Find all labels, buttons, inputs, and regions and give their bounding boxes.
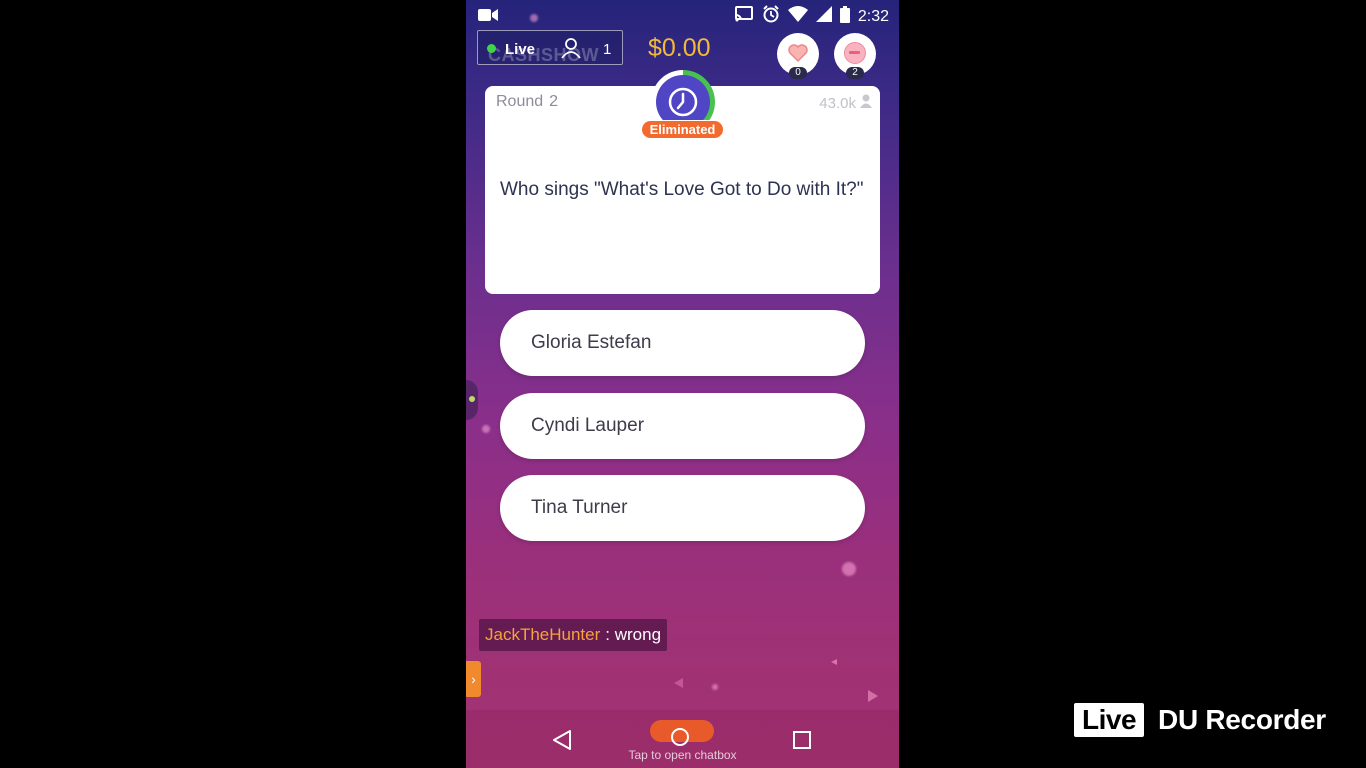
extra-life-button[interactable]: 0 [777, 33, 819, 79]
user-icon [561, 37, 581, 64]
background-sparkle [482, 425, 490, 433]
cast-icon [734, 6, 754, 27]
live-label: Live [505, 41, 536, 58]
chat-expand-tab[interactable]: › [466, 661, 481, 697]
clock-icon [668, 87, 698, 117]
live-indicator[interactable]: CASHSHOW Live 1 [477, 30, 623, 65]
player-count: 43.0k [819, 94, 872, 112]
answer-option-2[interactable]: Cyndi Lauper [500, 393, 865, 459]
answer-option-1[interactable]: Gloria Estefan [500, 310, 865, 376]
background-triangle [868, 690, 878, 702]
status-bar: 2:32 [466, 0, 899, 30]
eliminate-option-button[interactable]: 2 [834, 33, 876, 79]
recorder-watermark: Live DU Recorder [1074, 703, 1326, 737]
side-drawer-handle[interactable] [466, 380, 478, 420]
viewer-count: 1 [603, 41, 612, 58]
clock-time: 2:32 [857, 7, 889, 25]
round-label: Round [496, 93, 544, 110]
video-camera-icon [478, 8, 498, 27]
prize-amount: $0.00 [648, 34, 711, 62]
question-text: Who sings "What's Love Got to Do with It… [500, 179, 864, 200]
chat-username: JackTheHunter [485, 625, 601, 644]
signal-icon [815, 6, 832, 27]
round-indicator: Round 2 [496, 93, 558, 111]
answer-label: Gloria Estefan [531, 332, 652, 353]
minus-count: 2 [846, 67, 864, 79]
background-triangle [831, 659, 837, 665]
recent-apps-icon[interactable] [793, 731, 811, 749]
live-dot-icon [487, 44, 496, 53]
recorder-live-badge: Live [1074, 703, 1145, 737]
heart-count: 0 [789, 67, 807, 79]
minus-icon [844, 42, 866, 64]
wifi-icon [787, 6, 808, 27]
chat-text: : wrong [605, 625, 662, 644]
player-count-value: 43.0k [819, 94, 856, 112]
background-sparkle [842, 562, 856, 576]
alarm-icon [762, 5, 780, 28]
heart-icon [787, 42, 809, 64]
answer-label: Tina Turner [531, 497, 628, 518]
round-number: 2 [549, 93, 559, 110]
answer-label: Cyndi Lauper [531, 415, 645, 436]
chat-message: JackTheHunter : wrong [479, 619, 668, 651]
chat-hint-text: Tap to open chatbox [628, 748, 737, 762]
person-icon [860, 94, 872, 112]
answer-option-3[interactable]: Tina Turner [500, 475, 865, 541]
phone-screen: 2:32 CASHSHOW Live 1 $0.00 0 2 Round 2 43… [466, 0, 899, 768]
navigation-bar: Tap to open chatbox [466, 710, 899, 768]
home-icon[interactable] [671, 728, 689, 746]
background-triangle [674, 678, 683, 688]
recorder-name: DU Recorder [1158, 704, 1326, 735]
eliminated-badge: Eliminated [641, 120, 724, 139]
background-sparkle [712, 684, 718, 690]
battery-icon [839, 5, 850, 28]
